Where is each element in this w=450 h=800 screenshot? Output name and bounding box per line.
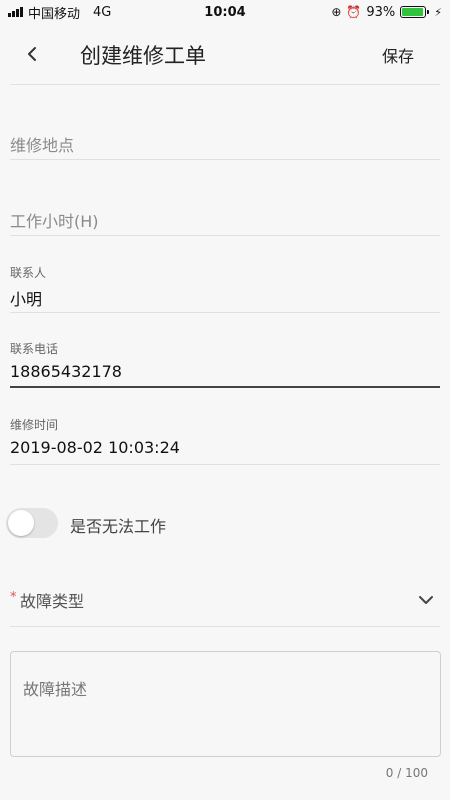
save-button[interactable]: 保存: [382, 43, 414, 67]
fault-type-label: 故障类型: [20, 592, 85, 611]
fault-type-underline: [10, 626, 440, 627]
repair-time-label: 维修时间: [10, 418, 59, 432]
contact-label: 联系人: [10, 266, 47, 280]
cannot-work-toggle[interactable]: [6, 508, 58, 538]
fault-type-select[interactable]: * 故障类型: [10, 580, 440, 627]
page-title: 创建维修工单: [80, 44, 206, 68]
location-placeholder: 维修地点: [10, 136, 75, 155]
phone-label: 联系电话: [10, 342, 59, 356]
phone-value: 18865432178: [10, 362, 122, 381]
battery-percent: 93%: [366, 4, 396, 20]
location-underline: [10, 159, 440, 160]
nav-bar: 创建维修工单 保存: [0, 24, 450, 84]
phone-underline: [10, 386, 440, 388]
status-left: 中国移动 4G: [8, 3, 111, 22]
char-count: 0 / 100: [385, 766, 428, 780]
repair-time-underline: [10, 464, 440, 465]
status-bar: 中国移动 4G 10:04 ⊕ ⏰ 93% ⚡: [0, 0, 450, 24]
contact-field[interactable]: 联系人 小明: [10, 262, 440, 314]
alarm-icon: ⏰: [346, 5, 362, 19]
work-hours-field[interactable]: 工作小时(H): [10, 204, 440, 237]
network-label: 4G: [93, 4, 112, 20]
lock-rotation-icon: ⊕: [331, 5, 342, 19]
carrier-label: 中国移动: [28, 6, 81, 22]
back-chevron-icon: [28, 47, 36, 61]
fault-description-placeholder: 故障描述: [23, 680, 88, 699]
cannot-work-label: 是否无法工作: [70, 517, 167, 536]
phone-field[interactable]: 联系电话 18865432178: [10, 338, 440, 390]
battery-fill: [402, 8, 423, 16]
charging-icon: ⚡: [434, 5, 442, 19]
required-mark: *: [10, 590, 17, 605]
status-right: ⊕ ⏰ 93% ⚡: [331, 5, 442, 20]
nav-divider: [10, 84, 440, 85]
work-hours-underline: [10, 235, 440, 236]
location-field[interactable]: 维修地点: [10, 128, 440, 161]
chevron-down-icon: [419, 596, 433, 604]
fault-description-textarea[interactable]: 故障描述: [10, 651, 441, 757]
contact-value: 小明: [10, 290, 43, 309]
battery-icon: [400, 6, 430, 18]
repair-time-value: 2019-08-02 10:03:24: [10, 438, 180, 457]
work-hours-placeholder: 工作小时(H): [10, 212, 99, 231]
repair-time-field[interactable]: 维修时间 2019-08-02 10:03:24: [10, 414, 440, 466]
contact-underline: [10, 312, 440, 313]
signal-icon: [8, 7, 23, 17]
toggle-knob: [8, 510, 34, 536]
back-button[interactable]: [18, 40, 46, 68]
